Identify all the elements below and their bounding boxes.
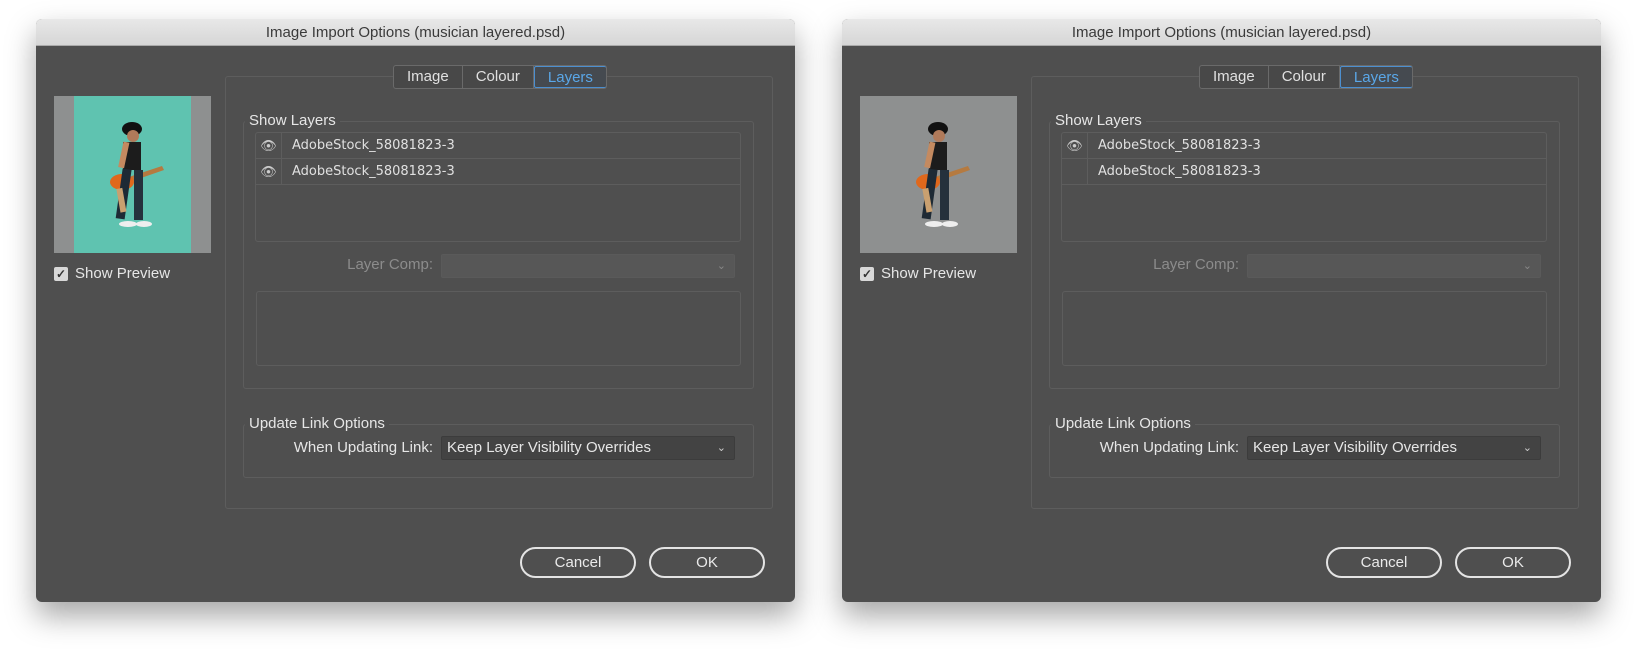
when-updating-link-value: Keep Layer Visibility Overrides	[1253, 439, 1457, 456]
when-updating-link-select[interactable]: Keep Layer Visibility Overrides ⌄	[1247, 436, 1541, 460]
show-preview-label: Show Preview	[75, 265, 171, 282]
layer-name: AdobeStock_58081823-3	[292, 138, 455, 153]
dialog-title: Image Import Options (musician layered.p…	[842, 19, 1601, 46]
tab-colour[interactable]: Colour	[463, 66, 534, 88]
image-preview	[54, 96, 211, 253]
layer-comp-description	[256, 291, 741, 366]
layer-name: AdobeStock_58081823-3	[292, 164, 455, 179]
update-link-options-label: Update Link Options	[245, 415, 389, 432]
when-updating-link-value: Keep Layer Visibility Overrides	[447, 439, 651, 456]
tab-layers[interactable]: Layers	[533, 66, 606, 88]
layer-name: AdobeStock_58081823-3	[1098, 164, 1261, 179]
checkmark-icon: ✓	[860, 266, 874, 281]
layer-row[interactable]: 👁 AdobeStock_58081823-3	[1062, 133, 1546, 159]
layers-list: 👁 AdobeStock_58081823-3 👁 AdobeStock_580…	[1061, 132, 1547, 242]
eye-icon: 👁	[260, 137, 277, 153]
image-preview	[860, 96, 1017, 253]
layers-list: 👁 AdobeStock_58081823-3 👁 AdobeStock_580…	[255, 132, 741, 242]
visibility-toggle[interactable]: 👁	[256, 159, 282, 184]
layer-comp-label: Layer Comp:	[1153, 256, 1239, 273]
chevron-down-icon: ⌄	[1522, 260, 1532, 272]
layer-comp-select[interactable]: ⌄	[1247, 254, 1541, 278]
ok-button[interactable]: OK	[649, 547, 765, 578]
cancel-button[interactable]: Cancel	[1326, 547, 1442, 578]
tab-image[interactable]: Image	[394, 66, 463, 88]
chevron-down-icon: ⌄	[716, 442, 726, 454]
checkmark-icon: ✓	[54, 266, 68, 281]
cancel-button[interactable]: Cancel	[520, 547, 636, 578]
when-updating-link-select[interactable]: Keep Layer Visibility Overrides ⌄	[441, 436, 735, 460]
tab-bar: Image Colour Layers	[1199, 65, 1413, 89]
layer-comp-select[interactable]: ⌄	[441, 254, 735, 278]
show-preview-checkbox[interactable]: ✓ Show Preview	[860, 265, 976, 282]
layer-comp-label: Layer Comp:	[347, 256, 433, 273]
image-import-dialog: Image Import Options (musician layered.p…	[842, 19, 1601, 602]
ok-button[interactable]: OK	[1455, 547, 1571, 578]
tab-colour[interactable]: Colour	[1269, 66, 1340, 88]
when-updating-link-label: When Updating Link:	[293, 439, 433, 456]
visibility-toggle[interactable]: 👁	[256, 133, 282, 158]
eye-icon: 👁	[260, 163, 277, 179]
visibility-toggle[interactable]: 👁	[1062, 133, 1088, 158]
chevron-down-icon: ⌄	[716, 260, 726, 272]
tab-bar: Image Colour Layers	[393, 65, 607, 89]
musician-preview-image	[860, 96, 1017, 253]
layer-row[interactable]: 👁 AdobeStock_58081823-3	[1062, 159, 1546, 185]
tab-layers[interactable]: Layers	[1339, 66, 1412, 88]
image-import-dialog: Image Import Options (musician layered.p…	[36, 19, 795, 602]
visibility-toggle[interactable]: 👁	[1062, 159, 1088, 184]
layer-comp-description	[1062, 291, 1547, 366]
eye-icon: 👁	[1066, 137, 1083, 153]
when-updating-link-label: When Updating Link:	[1099, 439, 1239, 456]
musician-preview-image	[74, 96, 191, 253]
show-layers-label: Show Layers	[1051, 112, 1146, 129]
update-link-options-label: Update Link Options	[1051, 415, 1195, 432]
show-preview-label: Show Preview	[881, 265, 977, 282]
show-preview-checkbox[interactable]: ✓ Show Preview	[54, 265, 170, 282]
show-layers-label: Show Layers	[245, 112, 340, 129]
dialog-title: Image Import Options (musician layered.p…	[36, 19, 795, 46]
layer-row[interactable]: 👁 AdobeStock_58081823-3	[256, 159, 740, 185]
layer-name: AdobeStock_58081823-3	[1098, 138, 1261, 153]
chevron-down-icon: ⌄	[1522, 442, 1532, 454]
tab-image[interactable]: Image	[1200, 66, 1269, 88]
layer-row[interactable]: 👁 AdobeStock_58081823-3	[256, 133, 740, 159]
